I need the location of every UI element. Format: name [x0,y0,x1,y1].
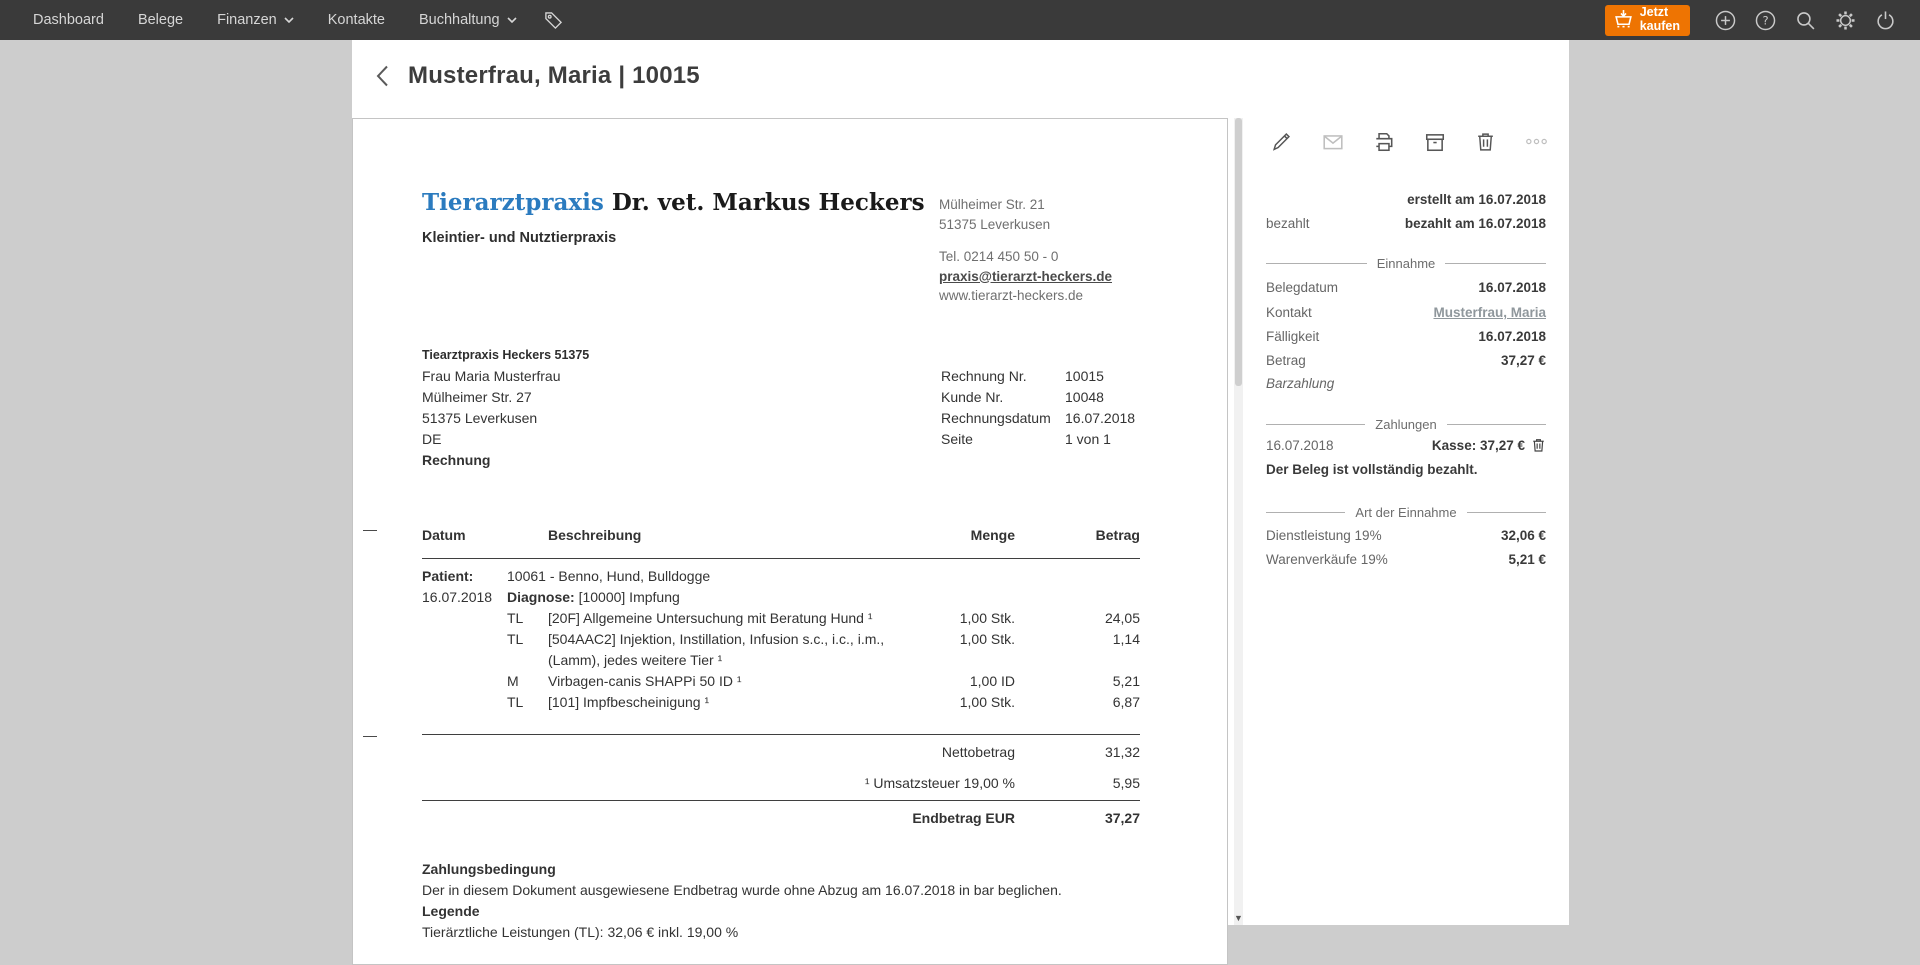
archive-icon[interactable] [1423,130,1446,153]
svg-text:?: ? [1762,13,1768,27]
delete-payment-icon[interactable] [1531,437,1546,453]
contact-link[interactable]: Musterfrau, Maria [1433,305,1546,320]
buy-now-button[interactable]: Jetztkaufen [1605,5,1690,36]
scroll-down-arrow[interactable]: ▼ [1234,914,1243,923]
invoice-page: Tierarztpraxis Dr. vet. Markus Heckers K… [352,118,1228,965]
vertical-scrollbar[interactable]: ▼ [1234,118,1243,925]
mail-icon[interactable] [1321,130,1344,153]
fold-mark [363,736,377,737]
cart-icon [1613,9,1634,30]
payment-method: Barzahlung [1266,376,1334,391]
add-icon[interactable] [1714,9,1736,31]
practice-name: Tierarztpraxis Dr. vet. Markus Heckers [422,189,925,216]
page-title: Musterfrau, Maria | 10015 [408,62,700,90]
power-icon[interactable] [1874,9,1896,31]
payment-row: 16.07.2018 Kasse: 37,27 € [1266,437,1546,453]
section-einnahme: Einnahme [1266,256,1546,271]
recipient-block: Tiearztpraxis Heckers 51375 Frau Maria M… [422,345,589,471]
section-art-der-einnahme: Art der Einnahme [1266,505,1546,520]
fold-mark [363,530,377,531]
top-nav: Dashboard Belege Finanzen Kontakte Buchh… [0,0,1920,40]
chevron-down-icon [507,17,517,23]
chevron-down-icon [284,17,294,23]
practice-subtitle: Kleintier- und Nutztierpraxis [422,230,616,246]
chevron-left-icon [376,65,389,87]
practice-website: www.tierarzt-heckers.de [939,286,1112,306]
nav-belege[interactable]: Belege [121,0,200,40]
detail-row: Dienstleistung 19%32,06 € [1266,528,1546,543]
paid-note: Der Beleg ist vollständig bezahlt. [1266,462,1546,477]
nav-finanzen[interactable]: Finanzen [200,0,311,40]
gear-icon[interactable] [1834,9,1856,31]
edit-icon[interactable] [1270,130,1293,153]
created-row: erstellt am 16.07.2018 [1266,192,1546,207]
nav-right-group: Jetztkaufen ? [1605,5,1920,36]
back-button[interactable] [366,60,398,92]
detail-row: Betrag37,27 € [1266,353,1546,368]
invoice-meta: Rechnung Nr.10015 Kunde Nr.10048 Rechnun… [941,366,1141,450]
nav-buchhaltung[interactable]: Buchhaltung [402,0,534,40]
section-zahlungen: Zahlungen [1266,417,1546,432]
more-icon[interactable] [1525,130,1548,153]
print-icon[interactable] [1372,130,1395,153]
paid-status-row: bezahltbezahlt am 16.07.2018 [1266,216,1546,231]
nav-kontakte[interactable]: Kontakte [311,0,402,40]
scrollbar-thumb[interactable] [1235,118,1242,386]
nav-dashboard[interactable]: Dashboard [16,0,121,40]
detail-row: Belegdatum16.07.2018 [1266,280,1546,295]
delete-icon[interactable] [1474,130,1497,153]
detail-sidebar: erstellt am 16.07.2018 bezahltbezahlt am… [1266,40,1546,925]
detail-row: Warenverkäufe 19%5,21 € [1266,552,1546,567]
search-icon[interactable] [1794,9,1816,31]
practice-contact: Mülheimer Str. 21 51375 Leverkusen Tel. … [939,195,1112,306]
action-icon-row [1270,130,1548,153]
tag-icon[interactable] [534,0,573,40]
practice-email: praxis@tierarzt-heckers.de [939,267,1112,287]
detail-row: KontaktMusterfrau, Maria [1266,305,1546,320]
help-icon[interactable]: ? [1754,9,1776,31]
document-type: Rechnung [422,450,589,471]
detail-row: Fälligkeit16.07.2018 [1266,329,1546,344]
invoice-footer: Zahlungsbedingung Der in diesem Dokument… [422,859,1140,943]
main-panel: Musterfrau, Maria | 10015 Tierarztpraxis… [352,40,1569,925]
